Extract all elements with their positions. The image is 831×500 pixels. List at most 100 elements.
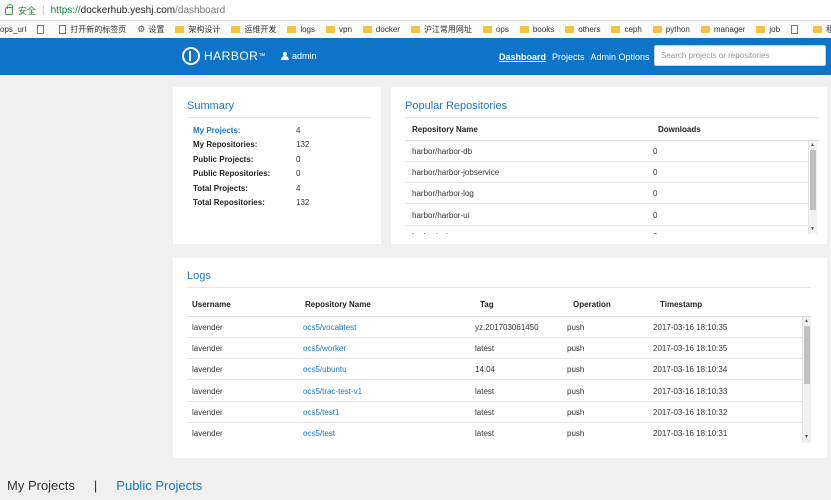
tab-my-projects[interactable]: My Projects bbox=[7, 478, 75, 493]
bookmark-label: ops bbox=[495, 25, 509, 34]
summary-label: Total Repositories: bbox=[193, 198, 265, 207]
table-row[interactable]: harbor/harbor-db 0 bbox=[405, 141, 808, 162]
log-username: lavender bbox=[192, 365, 223, 375]
summary-title: Summary bbox=[187, 100, 235, 112]
address-bar[interactable]: 安全 | https:// dockerhub.yeshj.com /dashb… bbox=[0, 0, 831, 21]
popular-scrollbar[interactable]: ▲ ▼ bbox=[808, 141, 817, 234]
bookmark-item[interactable]: job bbox=[756, 25, 780, 34]
bookmark-item[interactable] bbox=[791, 25, 802, 34]
col-operation[interactable]: Operation bbox=[573, 300, 611, 309]
bookmark-item[interactable]: others bbox=[565, 25, 600, 34]
nav-admin-options[interactable]: Admin Options bbox=[591, 52, 650, 62]
folder-icon bbox=[700, 26, 710, 33]
bookmark-item[interactable]: 租房 bbox=[813, 24, 831, 35]
logo-trademark: ™ bbox=[258, 52, 266, 60]
bookmark-label: 架构设计 bbox=[188, 25, 221, 34]
bookmark-label: 沪江常用网址 bbox=[423, 25, 472, 34]
bookmark-label: python bbox=[665, 25, 690, 34]
bookmark-label: 运维开发 bbox=[244, 25, 277, 34]
log-operation: push bbox=[567, 365, 585, 375]
scroll-up-arrow-icon[interactable]: ▲ bbox=[810, 142, 815, 148]
url-path[interactable]: /dashboard bbox=[175, 5, 225, 16]
col-tag[interactable]: Tag bbox=[480, 300, 494, 309]
table-row[interactable]: harbor/harbor-jobservice 0 bbox=[405, 162, 808, 184]
bookmark-item[interactable]: manager bbox=[700, 25, 745, 34]
bookmark-item[interactable]: 架构设计 bbox=[175, 24, 220, 35]
log-repository-link[interactable]: ocs5/test bbox=[303, 429, 335, 438]
repo-name[interactable]: harbor/harbor-log bbox=[412, 189, 474, 198]
log-operation: push bbox=[567, 386, 585, 396]
scroll-down-arrow-icon[interactable]: ▼ bbox=[810, 226, 815, 232]
logs-divider bbox=[187, 287, 811, 288]
repo-name[interactable]: harbor/nginx bbox=[412, 232, 456, 234]
bookmark-label: 打开新的标签页 bbox=[70, 25, 127, 34]
logs-scroll-thumb[interactable] bbox=[804, 326, 810, 384]
summary-row: My Repositories: 132 bbox=[193, 140, 309, 149]
address-divider: | bbox=[42, 4, 45, 16]
table-row[interactable]: harbor/nginx 0 bbox=[405, 226, 808, 234]
table-row: lavender ocs5/worker latest push 2017-03-16 … bbox=[187, 338, 802, 360]
log-repository-link[interactable]: ocs5/trac-test-v1 bbox=[303, 387, 362, 396]
nav-projects[interactable]: Projects bbox=[552, 52, 585, 62]
bookmark-item[interactable]: vpn bbox=[326, 25, 352, 34]
tab-separator: | bbox=[93, 478, 98, 493]
col-log-repository-name[interactable]: Repository Name bbox=[305, 300, 371, 309]
bookmark-label: logs bbox=[300, 25, 316, 34]
bookmark-item[interactable]: ops_url bbox=[0, 25, 26, 34]
bookmark-label: docker bbox=[375, 25, 400, 34]
url-host[interactable]: dockerhub.yeshj.com bbox=[81, 5, 176, 16]
folder-icon bbox=[175, 26, 185, 33]
summary-label[interactable]: My Projects: bbox=[193, 126, 296, 135]
col-username[interactable]: Username bbox=[192, 300, 231, 309]
bookmark-item[interactable]: logs bbox=[287, 25, 315, 34]
popular-repos-title: Popular Repositories bbox=[405, 100, 508, 112]
logs-scroll-down-arrow-icon[interactable]: ▼ bbox=[804, 434, 809, 440]
popular-scroll-thumb[interactable] bbox=[810, 150, 816, 210]
folder-icon bbox=[287, 26, 297, 33]
logs-scroll-up-arrow-icon[interactable]: ▲ bbox=[804, 318, 809, 324]
bookmark-item[interactable]: 打开新的标签页 bbox=[59, 24, 126, 35]
log-operation: push bbox=[567, 407, 585, 417]
bookmark-item[interactable] bbox=[37, 25, 48, 34]
log-repository-link[interactable]: ocs5/vocabtest bbox=[303, 323, 356, 332]
log-tag: latest bbox=[475, 407, 495, 417]
repo-name[interactable]: harbor/harbor-db bbox=[412, 147, 472, 156]
col-downloads[interactable]: Downloads bbox=[658, 125, 701, 134]
log-repository-link[interactable]: ocs5/ubuntu bbox=[303, 365, 347, 374]
repo-name[interactable]: harbor/harbor-jobservice bbox=[412, 168, 499, 177]
user-menu[interactable]: admin bbox=[281, 51, 317, 61]
repo-name[interactable]: harbor/harbor-ui bbox=[412, 211, 469, 220]
table-row[interactable]: harbor/harbor-log 0 bbox=[405, 183, 808, 205]
harbor-logo[interactable]: HARBOR ™ bbox=[182, 47, 266, 65]
url-scheme[interactable]: https:// bbox=[51, 5, 81, 16]
log-repository-link[interactable]: ocs5/worker bbox=[303, 344, 346, 353]
bookmark-item[interactable]: ops bbox=[482, 25, 509, 34]
table-row[interactable]: harbor/harbor-ui 0 bbox=[405, 205, 808, 226]
bookmark-item[interactable]: ⚙ 设置 bbox=[137, 24, 164, 35]
log-username: lavender bbox=[192, 407, 223, 417]
bookmark-item[interactable]: python bbox=[652, 25, 690, 34]
log-tag: latest bbox=[475, 344, 495, 354]
col-repository-name[interactable]: Repository Name bbox=[412, 125, 478, 134]
logo-text: HARBOR bbox=[204, 49, 259, 63]
col-timestamp[interactable]: Timestamp bbox=[660, 300, 702, 309]
summary-label: Public Projects: bbox=[193, 154, 254, 164]
harbor-logo-icon bbox=[182, 47, 200, 65]
tab-public-projects[interactable]: Public Projects bbox=[116, 478, 202, 493]
search-input[interactable] bbox=[654, 45, 826, 66]
bookmark-item[interactable]: books bbox=[519, 25, 555, 34]
bookmark-item[interactable]: 运维开发 bbox=[231, 24, 276, 35]
log-timestamp: 2017-03-16 18:10:35 bbox=[653, 323, 728, 332]
page-icon bbox=[37, 25, 45, 34]
bookmark-label: books bbox=[532, 25, 555, 34]
log-operation: push bbox=[567, 323, 585, 332]
bookmark-item[interactable]: docker bbox=[362, 25, 400, 34]
bookmark-item[interactable]: ceph bbox=[611, 25, 642, 34]
bookmark-item[interactable]: 沪江常用网址 bbox=[410, 24, 472, 35]
log-repository-link[interactable]: ocs5/test1 bbox=[303, 408, 339, 417]
log-username: lavender bbox=[192, 429, 223, 438]
logs-scrollbar[interactable]: ▲ ▼ bbox=[802, 317, 811, 443]
nav-dashboard[interactable]: Dashboard bbox=[499, 52, 546, 62]
project-tabs: My Projects | Public Projects bbox=[7, 478, 202, 493]
log-tag: latest bbox=[475, 386, 495, 396]
